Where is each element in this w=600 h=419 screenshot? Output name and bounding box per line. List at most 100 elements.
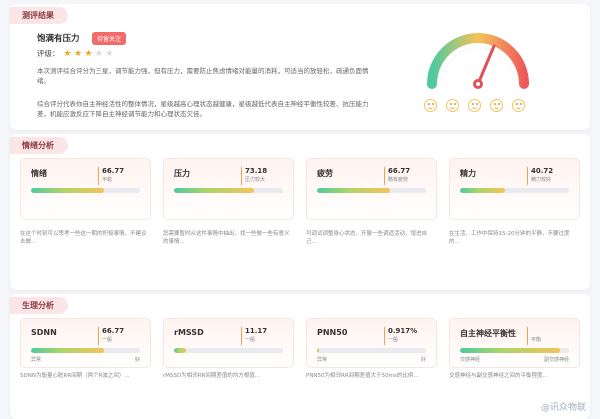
metric-description: 在生活、工作中保持15-20分钟的平静，不要过度的... [449,231,570,245]
marker [527,167,528,185]
metric-bar-fill [317,348,320,353]
marker [384,327,385,345]
metric-bar [317,348,426,353]
metric-level: 一般 [388,337,399,343]
metric-card-pnn50[interactable]: PNN50 0.917% 一般 异常 好 [306,318,437,368]
metric-bar-fill [174,188,254,193]
metric-description: 您需要暂时从这件事情中抽出，找一些做一些有意义的事情... [163,231,290,245]
metric-card-energy[interactable]: 精力 40.72 精力较好 [449,158,580,220]
emotion-descriptions: 在这个时刻可以思考一些这一期的积极事情，不建议去做... 您需要暂时从这件事情中… [20,230,580,246]
bar-min-label: 异常 [31,357,42,363]
metric-name: 自主神经平衡性 [460,329,516,338]
smile-icon [512,99,525,112]
metric-bar-fill [174,348,186,353]
summary-tag: 测评结果 [10,7,68,24]
smile-icon [446,99,459,112]
metric-level: 一般 [245,337,256,343]
metric-bar [317,188,426,193]
metric-name: 疲劳 [317,169,333,178]
metric-value: 66.77 [102,327,125,335]
rating-label: 评级： [37,49,60,58]
metric-name: 精力 [460,169,476,178]
metric-description: 可调试调整身心状态，开展一些调适活动，增进自己... [306,231,428,245]
metric-level: 精力较好 [531,177,552,183]
metric-bar [174,348,283,353]
star-rating: ★ ★ ★ ★ ★ [64,49,114,59]
bar-min-label: 异常 [317,357,328,363]
metric-card-sdnn[interactable]: SDNN 66.77 一般 异常 好 [20,318,151,368]
marker [241,167,242,185]
metric-name: 压力 [174,169,190,178]
metric-description: PNN50为相邻RR间期差值大于50ms的比例... [306,373,419,379]
metric-bar-fill [317,188,391,193]
bar-range: 异常 好 [31,356,140,363]
smile-icon [468,99,481,112]
emotion-tag: 情绪分析 [10,137,68,154]
stress-gauge [427,33,529,89]
metric-bar-fill [460,348,561,353]
star-icon: ★ [105,48,114,59]
metric-level: 平衡 [531,337,542,343]
metric-name: rMSSD [174,328,204,337]
rating-row: 评级： ★ ★ ★ ★ ★ [37,48,113,59]
metric-description: rMSSD为相邻RR间期差值的均方根值... [163,373,261,379]
star-icon: ★ [94,48,103,59]
metric-bar [460,348,569,353]
metric-bar-fill [460,188,505,193]
star-icon: ★ [63,48,72,59]
physiology-card: 生理分析 SDNN 66.77 一般 异常 好 rMSSD 11.17 一般 P… [10,294,590,419]
bar-min-label: 交感神经 [460,357,481,363]
metric-description: SDNN为衡量心脏RR间期（两个R波之间）... [20,373,130,379]
physiology-tag: 生理分析 [10,297,68,314]
metric-card-balance[interactable]: 自主神经平衡性 平衡 交感神经 副交感神经 [449,318,580,368]
metric-value: 73.18 [245,167,268,175]
metric-level: 略有疲劳 [388,177,409,183]
metric-value: 11.17 [245,327,268,335]
metric-name: 情绪 [31,169,47,178]
marker [98,167,99,185]
smile-icon [490,99,503,112]
bar-max-label: 好 [134,357,140,363]
summary-title: 饱满有压力 [37,34,80,44]
metric-value: 40.72 [531,167,554,175]
marker [98,327,99,345]
marker [241,327,242,345]
metric-card-fatigue[interactable]: 疲劳 66.77 略有疲劳 [306,158,437,220]
metric-value: 0.917% [388,327,418,335]
smile-icon [424,99,437,112]
emotion-metrics: 情绪 66.77 平稳 压力 73.18 压力较大 疲劳 66.77 略有疲劳 … [20,158,580,220]
metric-name: PNN50 [317,328,348,337]
metric-value: 66.77 [388,167,411,175]
bar-range: 交感神经 副交感神经 [460,356,569,363]
metric-description: 在这个时刻可以思考一些这一期的积极事情，不建议去做... [20,231,147,245]
physio-descriptions: SDNN为衡量心脏RR间期（两个R波之间）... rMSSD为相邻RR间期差值的… [20,372,580,380]
metric-card-mood[interactable]: 情绪 66.77 平稳 [20,158,151,220]
watermark: @讯众物联 [540,403,586,413]
star-icon: ★ [73,48,83,59]
metric-bar [174,188,283,193]
summary-paragraph-1: 本次测评综合评分为三星，调节能力强，但有压力，需要防止焦虑情绪对能量的消耗，可适… [37,67,369,85]
bar-max-label: 好 [420,357,426,363]
metric-card-stress[interactable]: 压力 73.18 压力较大 [163,158,294,220]
star-icon: ★ [84,48,93,59]
summary-card: 测评结果 饱满有压力 待留关注 评级： ★ ★ ★ ★ ★ 本次测评综合评分为三… [10,4,590,130]
metric-card-rmssd[interactable]: rMSSD 11.17 一般 [163,318,294,368]
metric-bar [31,188,140,193]
metric-bar [31,348,140,353]
marker [384,167,385,185]
summary-paragraph-2: 综合评分代表你自主神经活性的整体情况，星级越高心理状态越健康，星级越低代表自主神… [37,100,369,118]
metric-name: SDNN [31,328,57,337]
bar-range: 异常 好 [317,356,426,363]
metric-bar [460,188,569,193]
mood-scale [424,99,525,112]
physio-metrics: SDNN 66.77 一般 异常 好 rMSSD 11.17 一般 PNN50 … [20,318,580,368]
marker [527,327,528,345]
emotion-card: 情绪分析 情绪 66.77 平稳 压力 73.18 压力较大 疲劳 66.77 … [10,134,590,290]
status-badge: 待留关注 [92,32,127,45]
metric-level: 压力较大 [245,177,266,183]
metric-value: 66.77 [102,167,125,175]
bar-max-label: 副交感神经 [543,357,569,363]
metric-bar-fill [31,348,105,353]
metric-description: 交感神经与副交感神经之间的平衡程度... [449,373,548,379]
metric-bar-fill [31,188,105,193]
